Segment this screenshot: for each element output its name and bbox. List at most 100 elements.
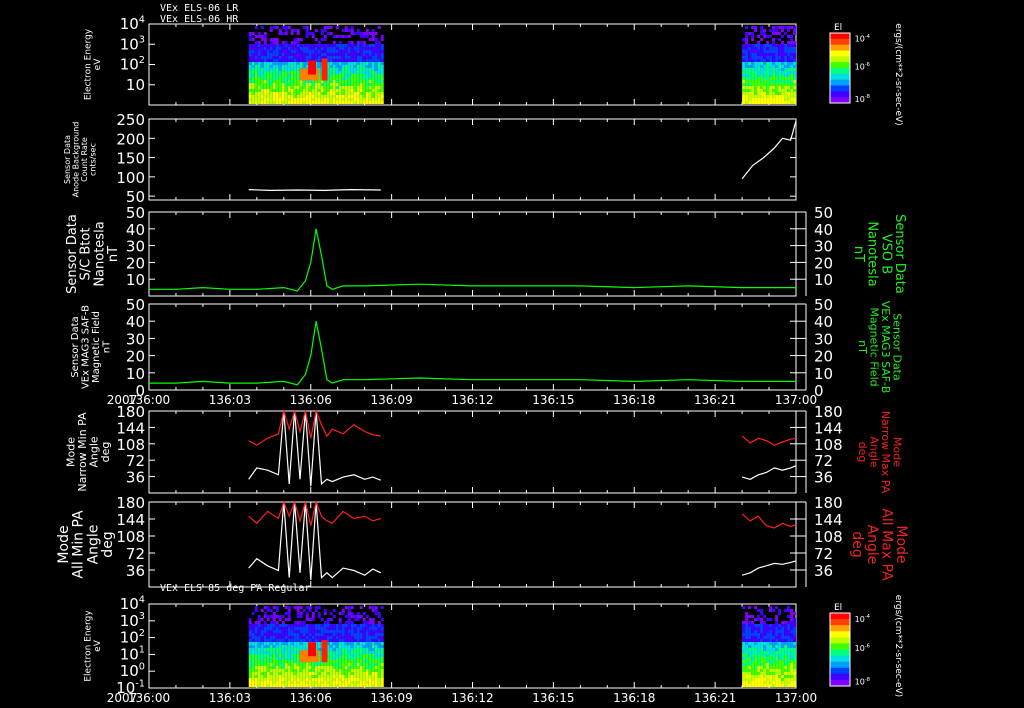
spectrogram-cell — [299, 675, 303, 678]
spectrogram-cell — [374, 62, 378, 65]
spectrogram-cell — [787, 657, 791, 660]
spectrogram-cell — [299, 672, 303, 675]
spectrogram-cell — [775, 29, 779, 32]
y-tick-label-right: 144 — [814, 511, 843, 529]
spectrogram-cell — [266, 681, 270, 684]
spectrogram-cell — [775, 675, 779, 678]
spectrogram-cell — [272, 627, 276, 630]
spectrogram-cell — [742, 681, 746, 684]
spectrogram-cell — [769, 609, 773, 612]
spectrogram-cell — [323, 684, 327, 687]
spectrogram-cell — [302, 101, 306, 104]
spectrogram-cell — [748, 77, 752, 80]
spectrogram-cell — [335, 654, 339, 657]
spectrogram-frame — [148, 603, 797, 689]
spectrogram-cell — [275, 92, 279, 95]
spectrogram-cell — [365, 71, 369, 74]
spectrogram-cell — [293, 663, 297, 666]
spectrogram-cell — [350, 74, 354, 77]
spectrogram-cell — [254, 62, 258, 65]
spectrogram-cell — [326, 53, 330, 56]
spectrogram-cell — [332, 98, 336, 101]
spectrogram-cell — [287, 89, 291, 92]
spectrogram-cell — [754, 101, 758, 104]
spectrogram-cell — [284, 657, 288, 660]
spectrogram-cell — [766, 684, 770, 687]
spectrogram-cell — [278, 101, 282, 104]
spectrogram-cell — [359, 669, 363, 672]
spectrogram-cell — [275, 624, 279, 627]
spectrogram-cell — [754, 89, 758, 92]
spectrogram-cell — [353, 44, 357, 47]
spectrogram-cell — [266, 62, 270, 65]
spectrogram-cell — [754, 98, 758, 101]
spectrogram-cell — [332, 651, 336, 654]
spectrogram-cell — [320, 630, 324, 633]
spectrogram-cell — [787, 56, 791, 59]
spectrogram-cell — [793, 645, 797, 648]
spectrogram-cell — [341, 77, 345, 80]
tick-label-base: 10 — [855, 644, 865, 653]
y-tick-label: 20 — [126, 254, 145, 272]
spectrogram-cell — [344, 678, 348, 681]
spectrogram-cell — [341, 98, 345, 101]
spectrogram-cell — [260, 98, 264, 101]
spectrogram-cell — [263, 71, 267, 74]
spectrogram-cell — [299, 44, 303, 47]
spectrogram-cell — [344, 74, 348, 77]
y-tick-label: 108 — [116, 528, 145, 546]
spectrogram-cell — [772, 26, 776, 29]
spectrogram-cell — [341, 636, 345, 639]
spectrogram-cell — [784, 59, 788, 62]
spectrogram-cell — [320, 92, 324, 95]
spectrogram-cell — [296, 86, 300, 89]
spectrogram-cell — [332, 672, 336, 675]
spectrogram-cell — [338, 666, 342, 669]
spectrogram-cell — [284, 83, 288, 86]
spectrogram-cell — [377, 89, 381, 92]
spectrogram-cell — [772, 660, 776, 663]
spectrogram-cell — [754, 65, 758, 68]
spectrogram-cell — [341, 101, 345, 104]
spectrogram-cell — [760, 89, 764, 92]
spectrogram-cell — [308, 83, 312, 86]
spectrogram-cell — [793, 29, 797, 32]
spectrogram-cell — [784, 56, 788, 59]
spectrogram-cell — [326, 95, 330, 98]
y-tick-label-right: 180 — [814, 403, 843, 421]
spectrogram-cell — [371, 83, 375, 86]
spectrogram-cell — [269, 669, 273, 672]
spectrogram-cell — [293, 642, 297, 645]
spectrogram-cell — [275, 642, 279, 645]
spectrogram-cell — [772, 86, 776, 89]
y-axis-label-right: Sensor DataVSO BNanoteslanT — [851, 214, 907, 294]
spectrogram-cell — [269, 630, 273, 633]
spectrogram-cell — [365, 657, 369, 660]
spectrogram-cell — [311, 630, 315, 633]
spectrogram-cell — [251, 666, 255, 669]
spectrogram-cell — [302, 642, 306, 645]
spectrogram-cell — [296, 630, 300, 633]
spectrogram-cell — [287, 681, 291, 684]
spectrogram-cell — [266, 678, 270, 681]
spectrogram-cell — [269, 86, 273, 89]
spectrogram-cell — [745, 71, 749, 74]
spectrogram-cell — [344, 672, 348, 675]
spectrogram-cell — [341, 68, 345, 71]
spectrogram-cell — [371, 44, 375, 47]
spectrogram-cell — [293, 101, 297, 104]
spectrogram-cell — [790, 681, 794, 684]
spectrogram-cell — [248, 651, 252, 654]
y-tick-label-right: 40 — [814, 313, 833, 331]
spectrogram-cell — [338, 98, 342, 101]
spectrogram-cell — [377, 56, 381, 59]
spectrogram-cell — [263, 621, 267, 624]
spectrogram-cell — [745, 663, 749, 666]
y-tick-label: 36 — [126, 562, 145, 580]
spectrogram-cell — [365, 672, 369, 675]
spectrogram-cell — [763, 684, 767, 687]
spectrogram-cell — [793, 660, 797, 663]
spectrogram-cell — [275, 95, 279, 98]
spectrogram-cell — [790, 68, 794, 71]
spectrogram-cell — [254, 681, 258, 684]
